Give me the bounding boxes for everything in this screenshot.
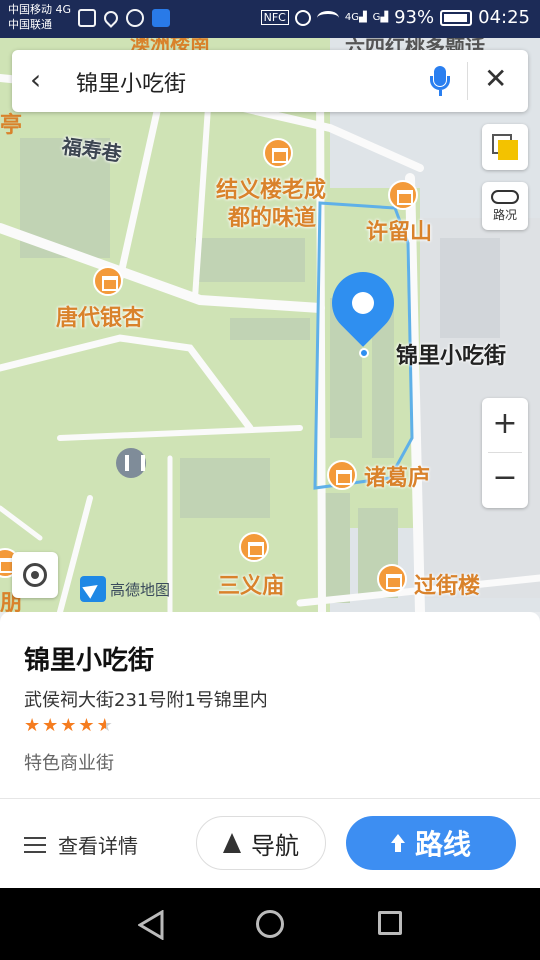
dessert-icon[interactable] <box>388 180 418 210</box>
details-label: 查看详情 <box>58 834 138 858</box>
route-button[interactable]: 路线 <box>346 816 516 870</box>
place-address: 武侯祠大街231号附1号锦里内 <box>24 690 268 711</box>
divider <box>488 452 522 453</box>
poi-label-sanyi[interactable]: 三义庙 <box>218 568 284 600</box>
system-status: NFC 4G▟ G▟ 93% 04:25 <box>260 7 530 28</box>
star-icon: ★ <box>42 715 59 736</box>
nfc-icon: NFC <box>260 10 289 25</box>
microphone-icon[interactable] <box>430 64 450 98</box>
place-card[interactable]: 锦里小吃街 武侯祠大街231号附1号锦里内 ★ ★ ★ ★ ★ 特色商业街 查看… <box>0 612 540 888</box>
star-icon: ★ <box>60 715 77 736</box>
status-bar: 中国移动 4G 中国联通 NFC 4G▟ G▟ 93% 04:25 <box>0 0 540 38</box>
alarm-icon <box>294 9 311 26</box>
back-icon[interactable]: ‹ <box>30 66 41 94</box>
battery-percent: 93% <box>394 7 435 28</box>
details-button[interactable]: 查看详情 <box>24 830 138 859</box>
zoom-out-button[interactable]: − <box>482 460 528 495</box>
locate-icon-dot <box>31 571 39 579</box>
battery-icon <box>440 9 473 26</box>
signal-g-icon: G▟ <box>372 12 389 23</box>
poi-label-jieyi-2[interactable]: 都的味道 <box>228 200 316 232</box>
landmark-icon[interactable] <box>327 460 357 490</box>
traffic-label: 路况 <box>492 208 517 222</box>
clock: 04:25 <box>478 7 530 28</box>
map-view[interactable]: 澳洲楼南 六四红桃多题话 亭 朋 福寿巷 结义楼老成 都的味道 许留山 唐代银杏… <box>0 38 540 612</box>
signal-4g-icon: 4G▟ <box>344 12 367 23</box>
wifi-icon <box>316 10 339 25</box>
svg-text:亭: 亭 <box>0 112 22 137</box>
landmark-icon[interactable] <box>377 564 407 594</box>
star-icon: ★ <box>24 715 41 736</box>
zoom-control[interactable]: + − <box>482 398 528 508</box>
toilet-icon[interactable] <box>116 448 146 478</box>
poi-label-xuliu[interactable]: 许留山 <box>366 214 432 246</box>
close-icon[interactable]: ✕ <box>484 64 507 94</box>
brand-text: 高德地图 <box>110 580 171 599</box>
qq-icon <box>126 9 144 27</box>
rating-stars: ★ ★ ★ ★ ★ <box>24 716 113 736</box>
divider <box>0 798 540 799</box>
search-input[interactable]: 锦里小吃街 <box>76 66 186 98</box>
route-arrow-icon <box>390 834 405 852</box>
poi-label-tangdai[interactable]: 唐代银杏 <box>56 300 144 332</box>
search-bar[interactable]: ‹ 锦里小吃街 ✕ <box>12 50 528 112</box>
poi-label-zhuge[interactable]: 诸葛庐 <box>364 460 430 492</box>
location-pin-icon[interactable] <box>319 259 407 358</box>
app-icon <box>152 9 170 27</box>
location-icon <box>101 8 121 28</box>
zoom-in-button[interactable]: + <box>482 406 528 441</box>
place-category: 特色商业街 <box>24 753 114 774</box>
route-label: 路线 <box>414 828 471 861</box>
traffic-icon <box>491 190 519 204</box>
pin-center <box>352 292 374 314</box>
carrier-2: 中国联通 <box>8 18 52 31</box>
list-icon <box>24 836 46 854</box>
navigate-button[interactable]: 导航 <box>196 816 326 870</box>
carrier-1: 中国移动 4G <box>8 3 72 16</box>
amap-logo-icon <box>80 576 106 602</box>
layers-button[interactable] <box>482 124 528 170</box>
navigate-label: 导航 <box>251 831 299 860</box>
locate-button[interactable] <box>12 552 58 598</box>
star-icon: ★ <box>78 715 95 736</box>
destination-label[interactable]: 锦里小吃街 <box>396 338 506 370</box>
landmark-icon[interactable] <box>93 266 123 296</box>
poi-label-guojie[interactable]: 过街楼 <box>414 568 480 600</box>
gallery-icon <box>78 9 96 27</box>
half-star-icon: ★ <box>96 715 113 736</box>
restaurant-icon[interactable] <box>263 138 293 168</box>
place-title: 锦里小吃街 <box>24 646 155 676</box>
landmark-icon[interactable] <box>239 532 269 562</box>
home-nav-icon[interactable] <box>256 910 284 938</box>
back-nav-icon[interactable] <box>138 910 164 940</box>
recent-apps-icon[interactable] <box>378 911 402 935</box>
carrier-info: 中国移动 4G 中国联通 <box>8 2 71 32</box>
navigation-arrow-icon <box>223 833 241 853</box>
map-brand: 高德地图 <box>80 576 170 602</box>
traffic-button[interactable]: 路况 <box>482 182 528 230</box>
layers-icon-fill <box>498 140 518 160</box>
system-nav-bar <box>0 888 540 960</box>
divider <box>467 62 468 100</box>
pin-dot <box>359 348 369 358</box>
notification-icons <box>78 8 170 28</box>
